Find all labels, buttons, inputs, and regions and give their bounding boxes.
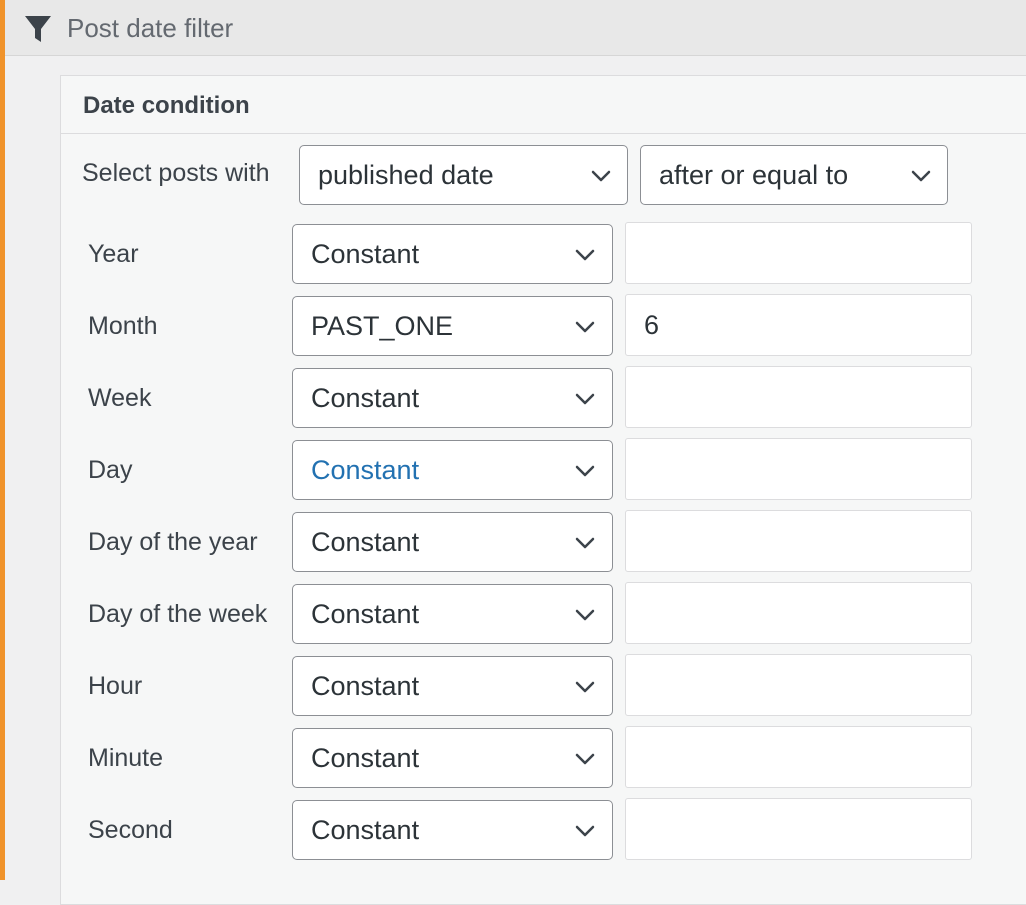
value-text: 6: [644, 310, 660, 340]
mode-select-hour[interactable]: Constant: [292, 656, 613, 716]
value-input-day-of-year[interactable]: [625, 510, 972, 572]
mode-value: Constant: [311, 383, 420, 413]
panel-title: Post date filter: [67, 13, 234, 43]
value-input-month[interactable]: 6: [625, 294, 972, 356]
row-label: Second: [88, 816, 173, 844]
row-label: Day: [88, 456, 133, 484]
value-input-second[interactable]: [625, 798, 972, 860]
row-label: Day of the year: [88, 528, 258, 556]
chevron-down-icon: [575, 465, 595, 477]
row-label: Month: [88, 312, 158, 340]
chevron-down-icon: [575, 825, 595, 837]
filter-icon: [25, 16, 51, 42]
chevron-down-icon: [575, 681, 595, 693]
mode-select-day-of-week[interactable]: Constant: [292, 584, 613, 644]
mode-value: PAST_ONE: [311, 311, 454, 341]
mode-value: Constant: [311, 743, 420, 773]
chevron-down-icon: [575, 537, 595, 549]
select-posts-label: Select posts with: [82, 159, 270, 187]
chevron-down-icon: [575, 753, 595, 765]
mode-value: Constant: [311, 455, 420, 485]
value-input-day[interactable]: [625, 438, 972, 500]
date-type-value: published date: [318, 160, 494, 190]
mode-select-week[interactable]: Constant: [292, 368, 613, 428]
mode-select-day-of-year[interactable]: Constant: [292, 512, 613, 572]
chevron-down-icon: [575, 609, 595, 621]
accent-bar: [0, 0, 5, 880]
row-label: Minute: [88, 744, 164, 772]
card-title: Date condition: [83, 92, 250, 119]
card-header: Date condition: [61, 76, 1026, 134]
date-filter-panel: Post date filter Date condition Select p…: [0, 0, 1026, 905]
mode-value: Constant: [311, 815, 420, 845]
value-input-minute[interactable]: [625, 726, 972, 788]
chevron-down-icon: [591, 170, 611, 182]
mode-select-minute[interactable]: Constant: [292, 728, 613, 788]
value-input-week[interactable]: [625, 366, 972, 428]
chevron-down-icon: [911, 170, 931, 182]
chevron-down-icon: [575, 321, 595, 333]
row-label: Week: [88, 384, 152, 412]
panel-header[interactable]: Post date filter: [5, 0, 1026, 56]
value-input-year[interactable]: [625, 222, 972, 284]
value-input-hour[interactable]: [625, 654, 972, 716]
row-label: Hour: [88, 672, 143, 700]
comparison-select[interactable]: after or equal to: [640, 145, 948, 205]
row-label: Year: [88, 240, 139, 268]
value-input-day-of-week[interactable]: [625, 582, 972, 644]
comparison-value: after or equal to: [659, 160, 849, 190]
row-label: Day of the week: [88, 600, 268, 628]
mode-value: Constant: [311, 599, 420, 629]
mode-value: Constant: [311, 671, 420, 701]
date-type-select[interactable]: published date: [299, 145, 628, 205]
mode-value: Constant: [311, 239, 420, 269]
mode-value: Constant: [311, 527, 420, 557]
mode-select-day[interactable]: Constant: [292, 440, 613, 500]
mode-select-month[interactable]: PAST_ONE: [292, 296, 613, 356]
chevron-down-icon: [575, 249, 595, 261]
chevron-down-icon: [575, 393, 595, 405]
mode-select-year[interactable]: Constant: [292, 224, 613, 284]
mode-select-second[interactable]: Constant: [292, 800, 613, 860]
